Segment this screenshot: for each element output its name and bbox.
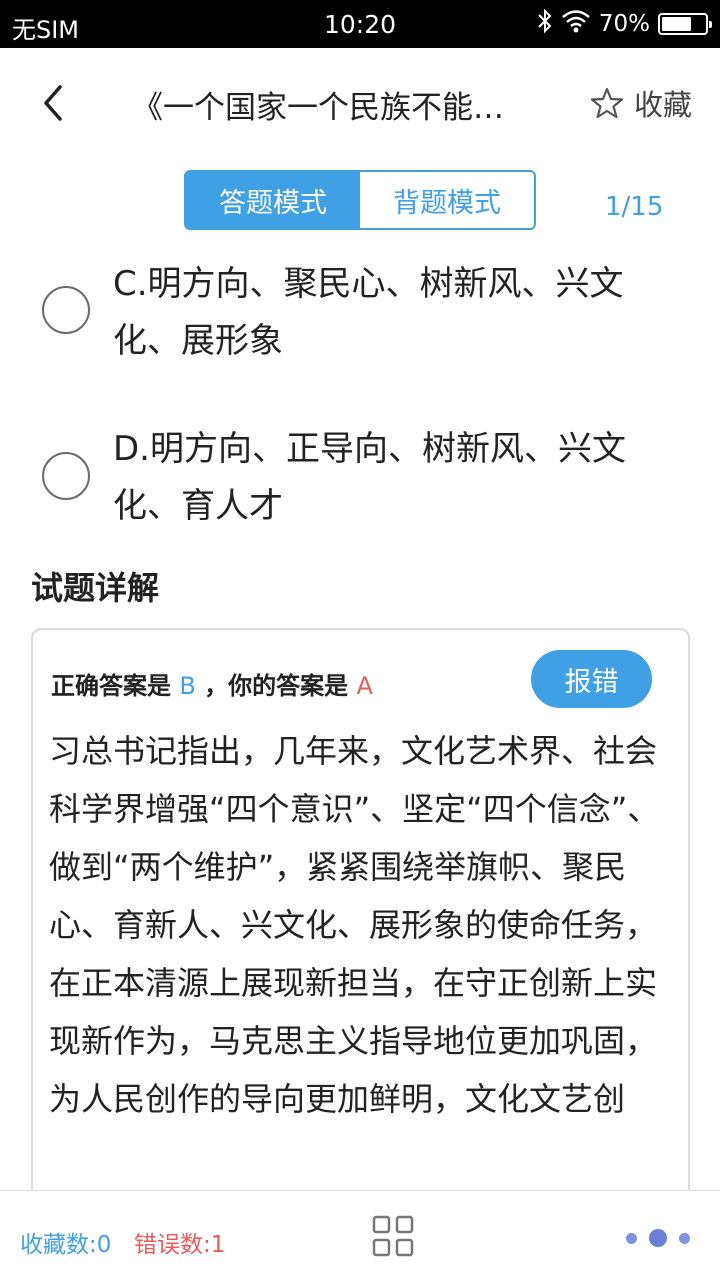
explanation-text: 习总书记指出，几年来，文化艺术界、社会科学界增强“四个意识”、坚定“四个信念”、… bbox=[49, 732, 660, 1118]
dot bbox=[649, 1229, 667, 1247]
option-text: C.明方向、聚民心、树新风、兴文化、展形象 bbox=[113, 264, 624, 361]
question-progress: 1/15 bbox=[605, 192, 664, 222]
detail-card: 正确答案是 B ，你的答案是 A 报错 习总书记指出，几年来，文化艺术界、社会科… bbox=[31, 628, 690, 1248]
question-grid-button[interactable] bbox=[372, 1215, 414, 1257]
battery-icon bbox=[658, 13, 712, 35]
page-title: 《一个国家一个民族不能… bbox=[132, 90, 504, 126]
error-count[interactable]: 错误数:1 bbox=[134, 1225, 225, 1259]
dot bbox=[679, 1232, 690, 1244]
status-icons: 70% bbox=[537, 8, 712, 40]
radio-button[interactable] bbox=[42, 452, 90, 500]
correct-answer-label: 正确答案是 bbox=[51, 672, 171, 700]
back-button[interactable] bbox=[28, 78, 78, 128]
tab-answer-mode[interactable]: 答题模式 bbox=[186, 172, 360, 228]
favorite-button[interactable]: 收藏 bbox=[590, 82, 692, 124]
detail-heading: 试题详解 bbox=[31, 569, 160, 607]
battery-fill bbox=[662, 17, 692, 31]
your-answer-label: ，你的答案是 bbox=[204, 672, 349, 700]
battery-percent: 70% bbox=[598, 11, 650, 37]
bluetooth-icon bbox=[537, 8, 553, 40]
mode-toggle: 答题模式 背题模式 bbox=[184, 170, 536, 230]
bottom-bar: 收藏数:0 错误数:1 bbox=[0, 1190, 720, 1280]
back-arrow-icon bbox=[44, 85, 62, 121]
option-text: D.明方向、正导向、树新风、兴文化、育人才 bbox=[113, 429, 626, 526]
favorite-count[interactable]: 收藏数:0 bbox=[20, 1225, 111, 1259]
dot bbox=[626, 1232, 637, 1244]
status-bar: 无SIM 10:20 70% bbox=[0, 0, 720, 48]
option-c[interactable]: C.明方向、聚民心、树新风、兴文化、展形象 bbox=[0, 256, 720, 376]
favorite-label: 收藏 bbox=[633, 88, 692, 122]
correct-answer: B bbox=[179, 672, 196, 700]
star-outline-icon bbox=[590, 87, 624, 119]
tab-review-mode[interactable]: 背题模式 bbox=[360, 172, 534, 228]
more-dots-icon[interactable] bbox=[626, 1229, 690, 1247]
answer-summary: 正确答案是 B ，你的答案是 A bbox=[51, 666, 373, 701]
grid-icon bbox=[372, 1215, 414, 1257]
report-error-button[interactable]: 报错 bbox=[531, 650, 652, 708]
header: 《一个国家一个民族不能… 收藏 bbox=[0, 48, 720, 158]
option-d[interactable]: D.明方向、正导向、树新风、兴文化、育人才 bbox=[0, 421, 720, 541]
wifi-icon bbox=[561, 9, 591, 39]
radio-button[interactable] bbox=[42, 286, 90, 334]
your-answer: A bbox=[356, 672, 373, 700]
